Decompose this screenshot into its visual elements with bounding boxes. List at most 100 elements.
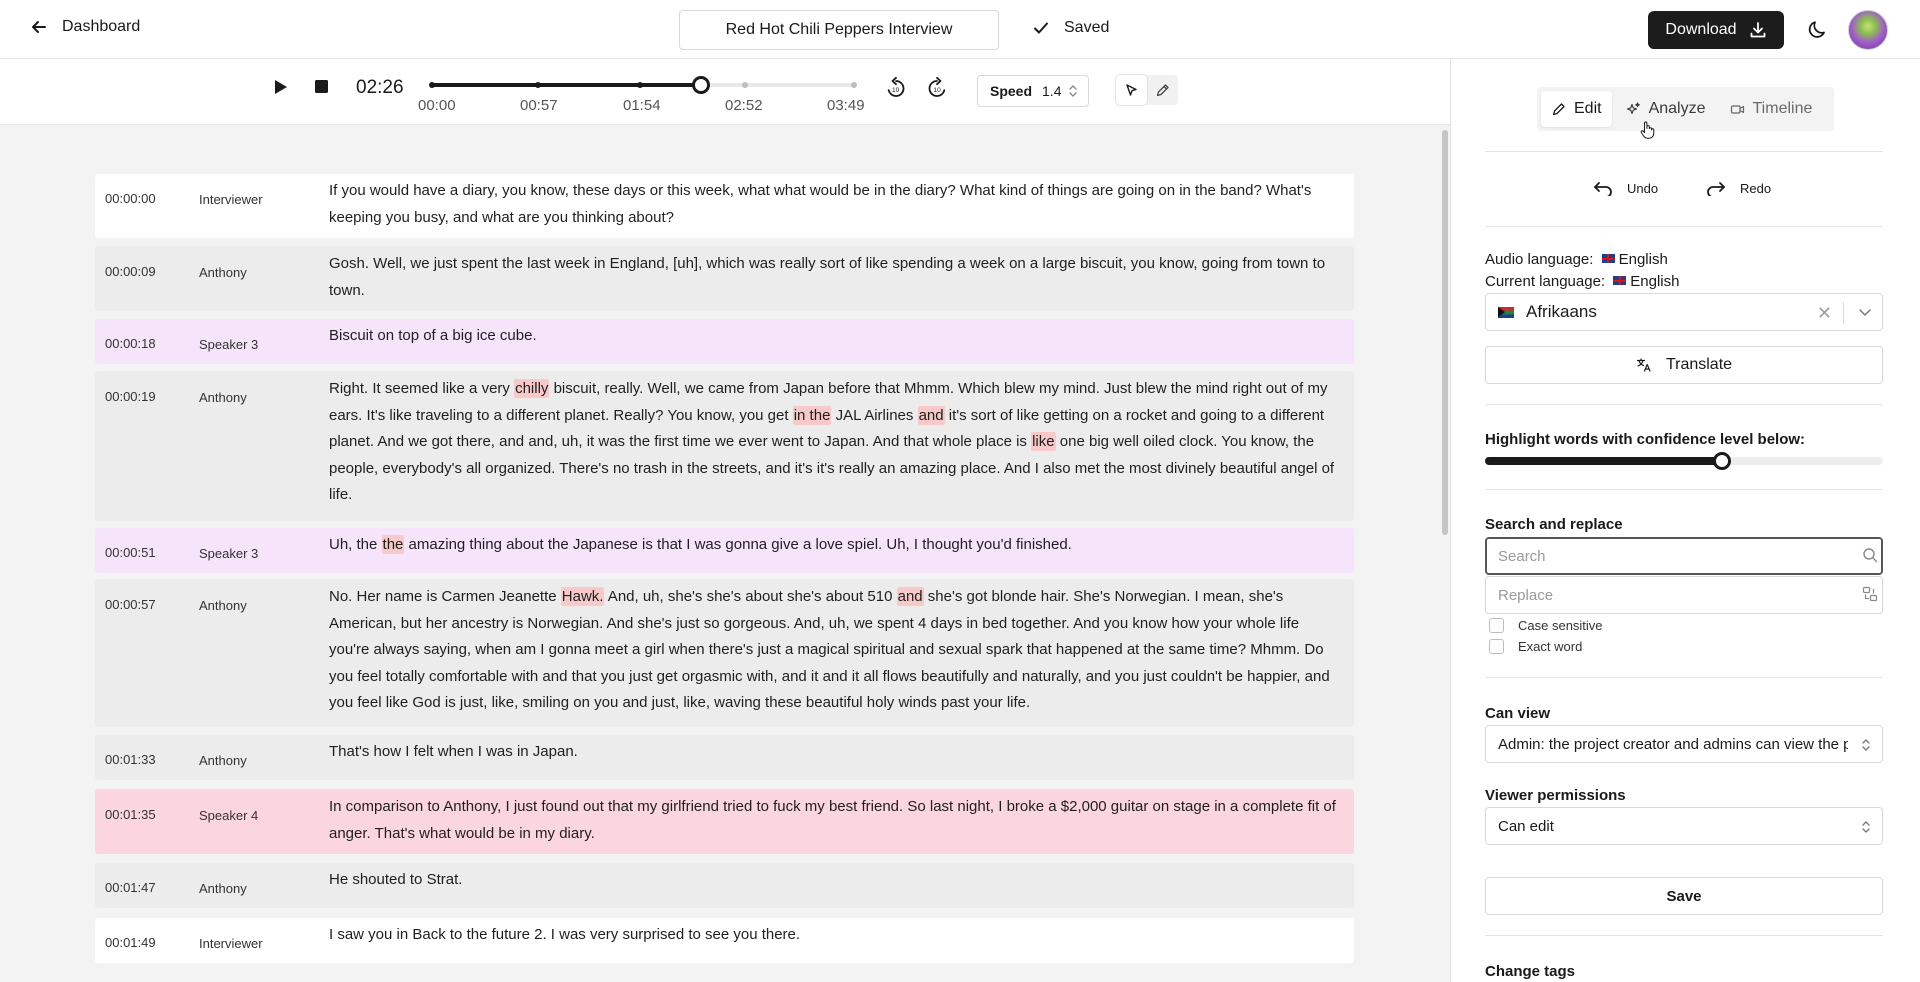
audio-language-row: Audio language: English (1485, 251, 1668, 268)
segment-text[interactable]: That's how I felt when I was in Japan. (329, 739, 1341, 766)
segment-speaker[interactable]: Speaker 3 (199, 337, 258, 352)
chevron-down-icon[interactable] (1858, 306, 1872, 318)
user-avatar[interactable] (1848, 10, 1888, 50)
tab-timeline[interactable]: Timeline (1720, 91, 1823, 127)
segment-text[interactable]: Biscuit on top of a big ice cube. (329, 323, 1341, 350)
segment-text-run: That's how I felt when I was in Japan. (329, 743, 578, 760)
exact-word-checkbox[interactable]: Exact word (1489, 639, 1582, 654)
project-title-field[interactable]: Red Hot Chili Peppers Interview (679, 10, 999, 50)
divider (1485, 226, 1883, 227)
search-input[interactable] (1485, 537, 1883, 575)
segment-speaker[interactable]: Speaker 4 (199, 808, 258, 823)
tab-edit[interactable]: Edit (1541, 91, 1612, 127)
transcript-segment[interactable]: 00:01:33 Anthony That's how I felt when I … (95, 735, 1354, 780)
speed-select[interactable]: Speed 1.4 (977, 75, 1089, 107)
transcript-segment[interactable]: 00:00:19 Anthony Right. It seemed like a v… (95, 371, 1354, 521)
segment-timestamp[interactable]: 00:00:00 (105, 191, 156, 206)
undo-button[interactable]: Undo (1593, 180, 1658, 196)
transcript-segment[interactable]: 00:01:47 Anthony He shouted to Strat. (95, 863, 1354, 908)
segment-timestamp[interactable]: 00:00:51 (105, 545, 156, 560)
select-tool-button[interactable] (1116, 75, 1147, 105)
transcript-segment[interactable]: 00:00:00 Interviewer If you would have a d… (95, 174, 1354, 238)
confidence-slider-knob[interactable] (1712, 452, 1731, 470)
segment-text[interactable]: Right. It seemed like a very chilly bisc… (329, 376, 1341, 509)
checkbox-box[interactable] (1489, 639, 1504, 654)
redo-button[interactable]: Redo (1706, 180, 1771, 196)
replace-input[interactable] (1485, 576, 1883, 614)
segment-text[interactable]: If you would have a diary, you know, the… (329, 178, 1341, 231)
transcript-segment[interactable]: 00:00:18 Speaker 3 Biscuit on top of a big… (95, 319, 1354, 364)
segment-text-run: He shouted to Strat. (329, 871, 463, 888)
tab-analyze[interactable]: Analyze (1616, 91, 1716, 127)
segment-timestamp[interactable]: 00:00:19 (105, 389, 156, 404)
segment-speaker[interactable]: Interviewer (199, 936, 263, 951)
playback-scrubber[interactable] (429, 76, 857, 94)
segment-speaker[interactable]: Anthony (199, 881, 247, 896)
low-confidence-word: like (1031, 432, 1056, 451)
segment-text-run: If you would have a diary, you know, the… (329, 182, 1312, 226)
edit-tool-button[interactable] (1147, 75, 1178, 105)
current-language-row: Current language: English (1485, 273, 1679, 290)
segment-timestamp[interactable]: 00:01:49 (105, 935, 156, 950)
replace-icon (1862, 586, 1878, 602)
confidence-slider-fill (1485, 457, 1722, 465)
sparkles-icon (1626, 101, 1640, 114)
segment-speaker[interactable]: Anthony (199, 753, 247, 768)
transcript-scrollbar[interactable] (1440, 125, 1450, 982)
stop-icon[interactable] (313, 78, 330, 95)
transcript-segment[interactable]: 00:01:49 Interviewer I saw you in Back to … (95, 918, 1354, 963)
low-confidence-word: and (896, 587, 924, 606)
can-view-label: Can view (1485, 705, 1551, 722)
segment-speaker[interactable]: Anthony (199, 598, 247, 613)
svg-text:10: 10 (934, 87, 942, 94)
back-to-dashboard-link[interactable]: Dashboard (30, 18, 140, 36)
transcript-segment[interactable]: 00:00:09 Anthony Gosh. Well, we just spent… (95, 246, 1354, 311)
segment-speaker[interactable]: Anthony (199, 390, 247, 405)
can-view-select[interactable]: Admin: the project creator and admins ca… (1485, 725, 1883, 763)
translate-button[interactable]: Translate (1485, 346, 1883, 384)
target-language-value: Afrikaans (1526, 302, 1597, 321)
segment-text[interactable]: No. Her name is Carmen Jeanette Hawk. An… (329, 584, 1341, 717)
confidence-label: Highlight words with confidence level be… (1485, 431, 1806, 448)
download-icon (1750, 22, 1765, 38)
segment-timestamp[interactable]: 00:01:35 (105, 807, 156, 822)
forward-10-icon[interactable]: 10 (925, 76, 949, 100)
save-button[interactable]: Save (1485, 877, 1883, 915)
case-sensitive-checkbox[interactable]: Case sensitive (1489, 618, 1603, 633)
viewer-permissions-select[interactable]: Can edit (1485, 807, 1883, 845)
checkbox-box[interactable] (1489, 618, 1504, 633)
segment-timestamp[interactable]: 00:00:09 (105, 264, 156, 279)
confidence-slider[interactable] (1485, 452, 1883, 470)
tick-label: 00:00 (418, 97, 456, 114)
transcript-segment[interactable]: 00:00:57 Anthony No. Her name is Carmen Je… (95, 579, 1354, 727)
top-bar: Dashboard Red Hot Chili Peppers Intervie… (0, 0, 1920, 59)
divider (1485, 404, 1883, 405)
segment-text[interactable]: Gosh. Well, we just spent the last week … (329, 251, 1341, 304)
scrollbar-thumb[interactable] (1442, 130, 1448, 535)
playback-knob[interactable] (692, 76, 711, 94)
rewind-10-icon[interactable]: 10 (884, 76, 908, 100)
segment-text[interactable]: Uh, the the amazing thing about the Japa… (329, 532, 1341, 559)
segment-text[interactable]: In comparison to Anthony, I just found o… (329, 794, 1341, 847)
segment-text[interactable]: He shouted to Strat. (329, 867, 1341, 894)
clear-icon[interactable]: ✕ (1817, 303, 1832, 324)
svg-text:10: 10 (892, 87, 900, 94)
segment-text[interactable]: I saw you in Back to the future 2. I was… (329, 922, 1341, 949)
dark-mode-moon-icon[interactable] (1807, 18, 1829, 40)
segment-timestamp[interactable]: 00:01:47 (105, 880, 156, 895)
segment-timestamp[interactable]: 00:00:18 (105, 336, 156, 351)
segment-speaker[interactable]: Speaker 3 (199, 546, 258, 561)
play-icon[interactable] (270, 77, 290, 97)
low-confidence-word: in the (792, 405, 832, 425)
transcript-segment[interactable]: 00:01:35 Speaker 4 In comparison to Anthon… (95, 789, 1354, 854)
sidebar-tabs: Edit Analyze Timeline (1537, 87, 1834, 131)
download-button[interactable]: Download (1648, 11, 1784, 49)
segment-speaker[interactable]: Anthony (199, 265, 247, 280)
target-language-select[interactable]: Afrikaans ✕ (1485, 293, 1883, 331)
segment-text-run: JAL Airlines (831, 406, 918, 424)
updown-chevron-icon (1862, 821, 1870, 833)
segment-speaker[interactable]: Interviewer (199, 192, 263, 207)
transcript-segment[interactable]: 00:00:51 Speaker 3 Uh, the the amazing thi… (95, 528, 1354, 573)
segment-timestamp[interactable]: 00:00:57 (105, 597, 156, 612)
segment-timestamp[interactable]: 00:01:33 (105, 752, 156, 767)
